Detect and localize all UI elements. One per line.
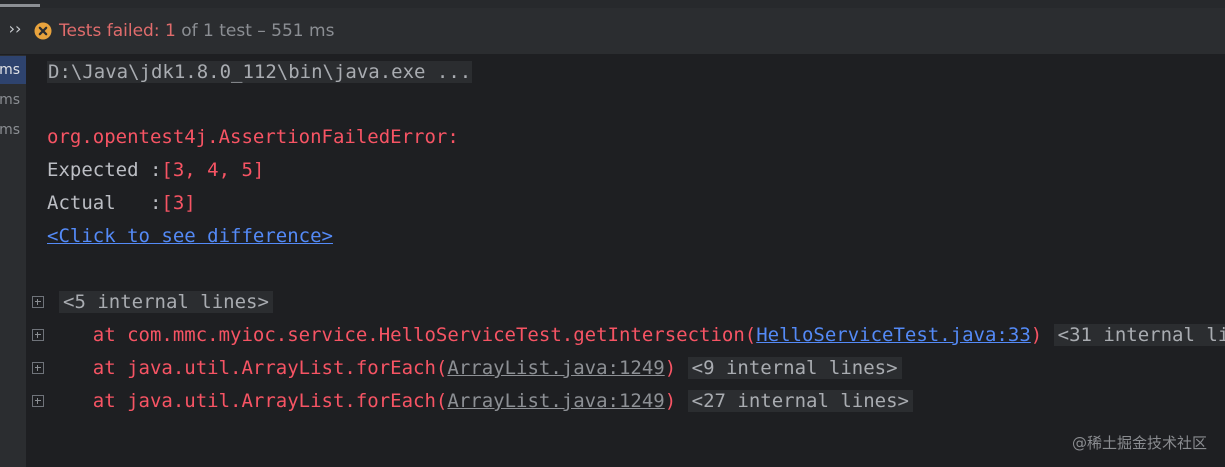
stack-trace-line: at java.util.ArrayList.forEach(ArrayList…: [47, 386, 913, 416]
internal-lines-fold[interactable]: <9 internal lines>: [687, 357, 902, 379]
fold-expand-icon[interactable]: [32, 296, 44, 308]
error-class-line: org.opentest4j.AssertionFailedError:: [47, 126, 459, 148]
stack-frame-text: at java.util.ArrayList.forEach(: [47, 390, 448, 412]
stack-frame-text: at com.mmc.myioc.service.HelloServiceTes…: [47, 324, 757, 346]
test-tree-panel: ms ms ms: [0, 55, 27, 467]
internal-lines-fold[interactable]: <27 internal lines>: [687, 390, 913, 412]
test-tree-item[interactable]: ms: [0, 116, 26, 144]
test-tree-item-duration: ms: [0, 122, 20, 138]
java-command[interactable]: D:\Java\jdk1.8.0_112\bin\java.exe ...: [47, 61, 473, 83]
fold-expand-icon[interactable]: [32, 395, 44, 407]
watermark: @稀土掘金技术社区: [1071, 434, 1207, 452]
test-tree-item[interactable]: ms: [0, 56, 26, 84]
source-file-link[interactable]: ArrayList.java:1249: [447, 390, 664, 412]
actual-label: Actual :: [47, 192, 162, 214]
stack-frame-close: ): [664, 357, 677, 379]
test-tree-item[interactable]: ms: [0, 86, 26, 114]
stack-frame-close: ): [1030, 324, 1043, 346]
source-file-link[interactable]: HelloServiceTest.java:33: [756, 324, 1031, 346]
tests-failed-label: Tests failed: 1: [59, 21, 176, 41]
click-to-see-difference-link[interactable]: <Click to see difference>: [47, 225, 333, 247]
diff-line: <Click to see difference>: [47, 221, 333, 251]
chevron-double-right-icon[interactable]: ››: [6, 20, 24, 38]
active-tab-indicator: [0, 4, 40, 7]
error-x-circle-icon: [34, 22, 52, 40]
fold-expand-icon[interactable]: [32, 329, 44, 341]
folded-lines-row: <5 internal lines>: [59, 287, 273, 317]
expected-line: Expected :[3, 4, 5]: [47, 155, 264, 185]
actual-value: [3]: [161, 192, 196, 214]
command-line: D:\Java\jdk1.8.0_112\bin\java.exe ...: [47, 57, 473, 87]
console-output[interactable]: D:\Java\jdk1.8.0_112\bin\java.exe ... or…: [27, 55, 1225, 467]
stack-frame-close: ): [664, 390, 677, 412]
stack-frame-text: at java.util.ArrayList.forEach(: [47, 357, 448, 379]
expected-label: Expected :: [47, 159, 162, 181]
internal-lines-fold[interactable]: <5 internal lines>: [59, 291, 273, 313]
stack-trace-line: at java.util.ArrayList.forEach(ArrayList…: [47, 353, 902, 383]
test-tree-item-duration: ms: [0, 92, 20, 108]
fold-expand-icon[interactable]: [32, 362, 44, 374]
internal-lines-fold[interactable]: <31 internal lines>: [1053, 324, 1225, 346]
tests-summary-label: of 1 test – 551 ms: [175, 21, 335, 41]
actual-line: Actual :[3]: [47, 188, 196, 218]
test-results-header: ›› Tests failed: 1 of 1 test – 551 ms: [0, 8, 1225, 55]
top-tab-strip: [0, 0, 1225, 8]
source-file-link[interactable]: ArrayList.java:1249: [447, 357, 664, 379]
test-status-text: Tests failed: 1 of 1 test – 551 ms: [59, 20, 334, 42]
stack-trace-line: at com.mmc.myioc.service.HelloServiceTes…: [47, 320, 1225, 350]
expected-value: [3, 4, 5]: [161, 159, 265, 181]
test-tree-item-duration: ms: [0, 62, 20, 78]
